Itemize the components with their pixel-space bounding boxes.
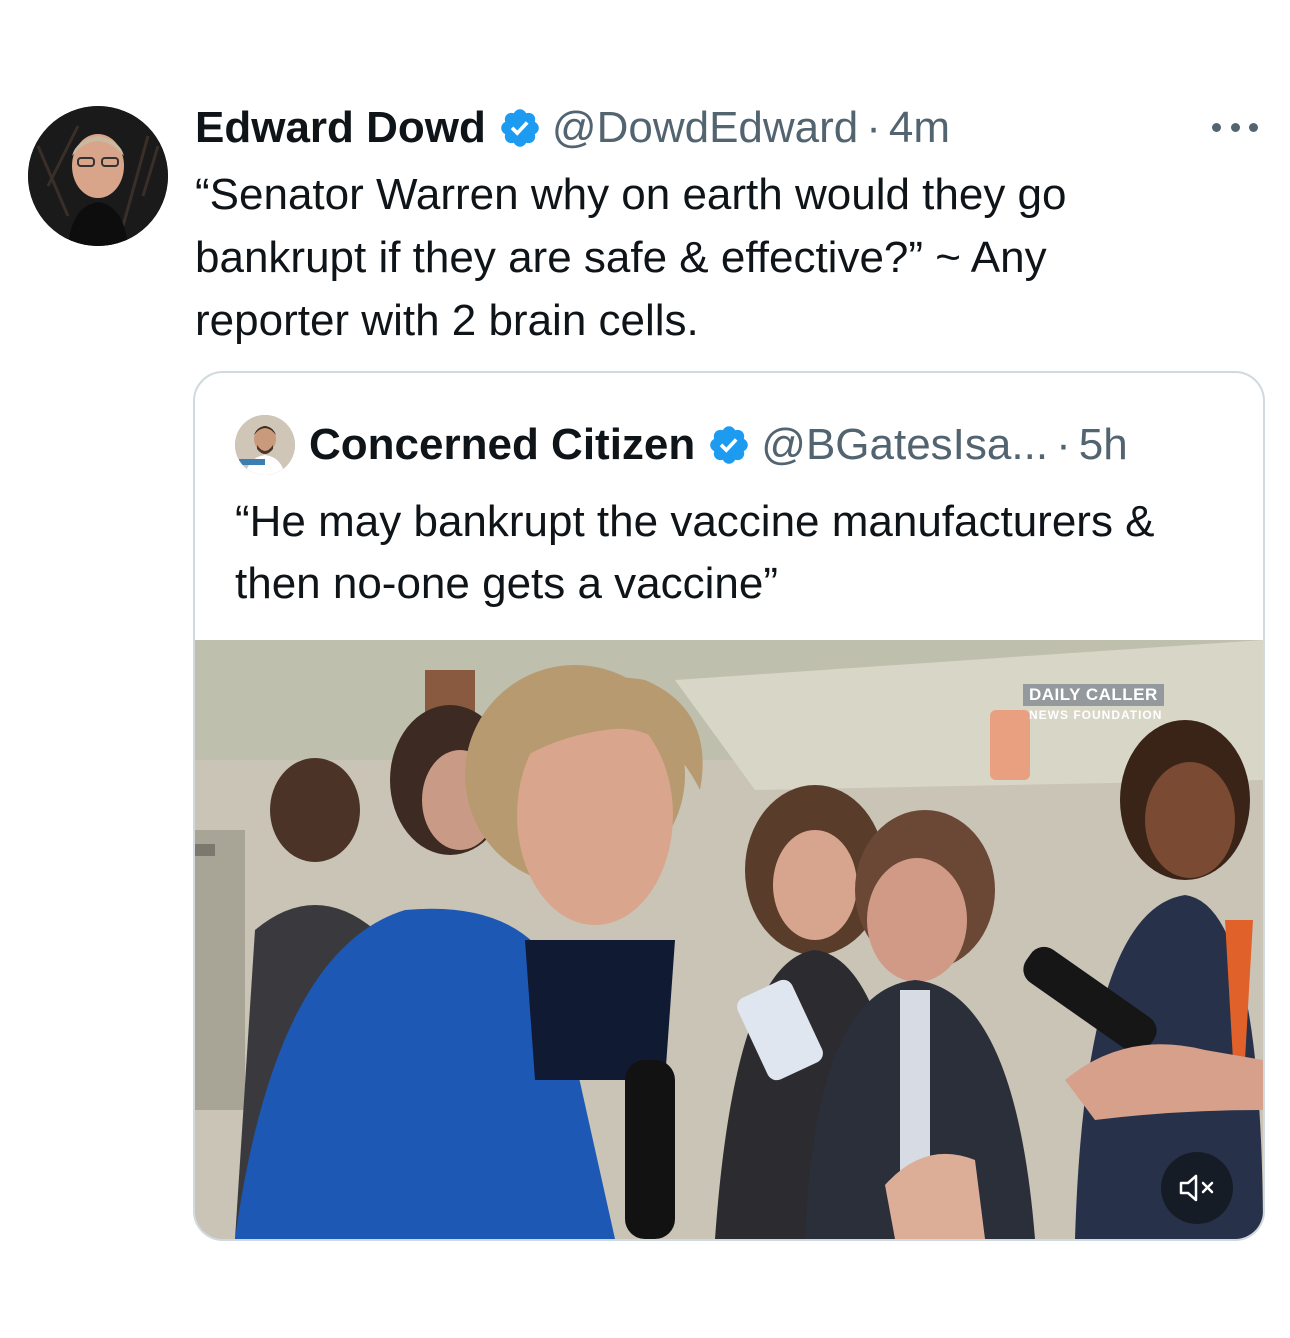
author-name[interactable]: Edward Dowd (195, 100, 486, 156)
separator-dot: · (1056, 420, 1071, 469)
quoted-author-name[interactable]: Concerned Citizen (309, 420, 695, 470)
tweet-text: “Senator Warren why on earth would they … (195, 170, 1067, 345)
author-avatar[interactable] (28, 106, 168, 246)
quoted-tweet[interactable]: Concerned Citizen @BGatesIsa... · 5h “He… (193, 371, 1265, 1241)
verified-badge-icon (498, 106, 542, 150)
quoted-author-handle[interactable]: @BGatesIsa... (761, 420, 1048, 470)
tweet-header: Edward Dowd @DowdEdward · 4m (195, 100, 950, 156)
video-frame (195, 640, 1263, 1239)
more-options-icon[interactable] (1212, 112, 1258, 142)
quoted-tweet-header: Concerned Citizen @BGatesIsa... · 5h (235, 413, 1128, 477)
watermark-title: DAILY CALLER (1023, 684, 1164, 706)
video-player[interactable]: DAILY CALLER NEWS FOUNDATION (195, 640, 1263, 1239)
quoted-tweet-text: “He may bankrupt the vaccine manufacture… (235, 497, 1155, 608)
tweet-timestamp[interactable]: 4m (889, 100, 950, 156)
quoted-author-avatar (235, 415, 295, 475)
separator-dot: · (866, 103, 881, 152)
author-handle[interactable]: @DowdEdward (552, 100, 858, 156)
verified-badge-icon (707, 423, 751, 467)
quoted-tweet-timestamp[interactable]: 5h (1079, 420, 1128, 470)
watermark-subtitle: NEWS FOUNDATION (1029, 708, 1163, 722)
mute-icon[interactable] (1161, 1152, 1233, 1224)
daily-caller-watermark: DAILY CALLER NEWS FOUNDATION (1023, 684, 1164, 722)
